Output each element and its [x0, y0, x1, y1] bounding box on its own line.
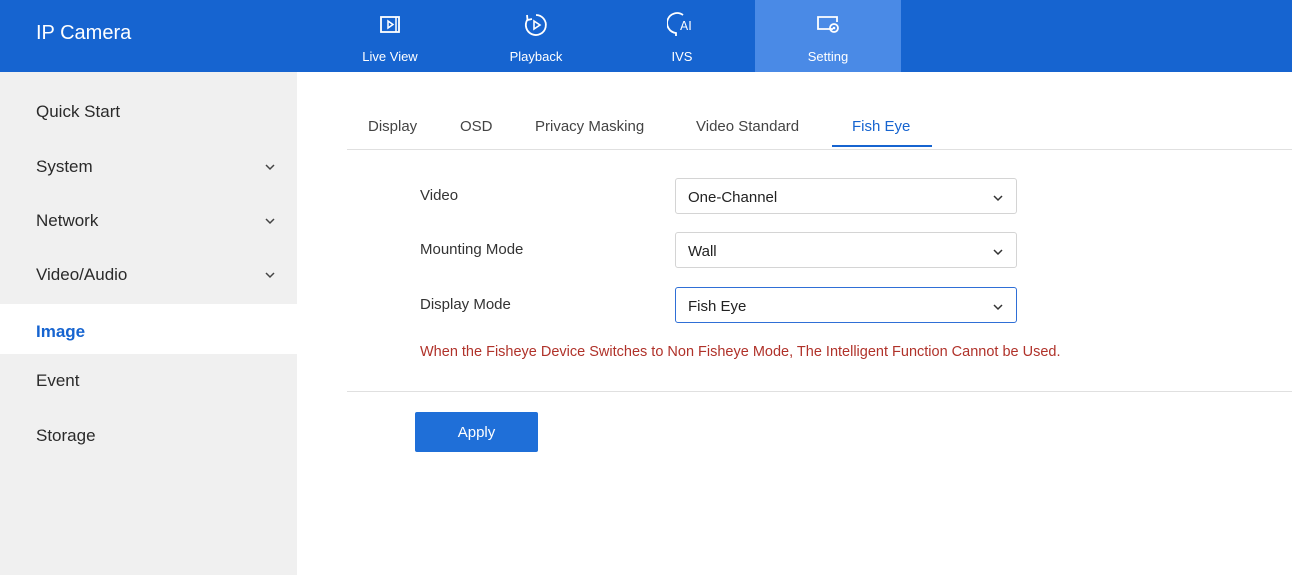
video-select[interactable]: One-Channel [675, 178, 1017, 214]
chevron-down-icon [265, 164, 275, 171]
chevron-down-icon [993, 195, 1003, 202]
sidebar-item-storage[interactable]: Storage [0, 410, 297, 462]
fisheye-warning-text: When the Fisheye Device Switches to Non … [420, 344, 1061, 360]
sidebar: Quick Start System Network Video/Audio I… [0, 72, 297, 575]
sidebar-item-quick-start[interactable]: Quick Start [0, 86, 297, 138]
mounting-mode-select-value: Wall [688, 243, 717, 260]
sidebar-item-event[interactable]: Event [0, 355, 297, 407]
active-tab-indicator [832, 145, 932, 147]
sidebar-item-system[interactable]: System [0, 141, 297, 193]
display-mode-select[interactable]: Fish Eye [675, 287, 1017, 323]
svg-text:AI: AI [680, 19, 692, 33]
video-select-value: One-Channel [688, 189, 778, 206]
sidebar-item-label: Network [36, 211, 99, 230]
display-mode-label: Display Mode [420, 296, 511, 313]
sidebar-item-video-audio[interactable]: Video/Audio [0, 249, 297, 301]
mounting-mode-select[interactable]: Wall [675, 232, 1017, 268]
tab-bar: Display OSD Privacy Masking Video Standa… [347, 112, 1292, 150]
sidebar-item-label: Storage [36, 426, 96, 445]
nav-playback[interactable]: Playback [463, 0, 609, 72]
tab-privacy-masking[interactable]: Privacy Masking [535, 118, 644, 135]
playback-icon [524, 14, 547, 36]
ivs-ai-icon: AI [667, 12, 692, 36]
tab-display[interactable]: Display [368, 118, 417, 135]
display-mode-select-value: Fish Eye [688, 298, 747, 315]
divider [347, 391, 1292, 392]
tab-osd[interactable]: OSD [460, 118, 493, 135]
sidebar-item-label: Quick Start [36, 102, 121, 121]
nav-setting[interactable]: Setting [755, 0, 901, 72]
nav-ivs[interactable]: AI IVS [609, 0, 755, 72]
live-view-icon [380, 16, 400, 33]
nav-setting-label: Setting [807, 49, 849, 64]
setting-icon [817, 16, 839, 33]
nav-playback-label: Playback [509, 49, 563, 64]
nav-live-view[interactable]: Live View [317, 0, 463, 72]
chevron-down-icon [993, 249, 1003, 256]
nav-live-view-label: Live View [362, 49, 418, 64]
tab-video-standard[interactable]: Video Standard [696, 118, 799, 135]
sidebar-item-label: Video/Audio [36, 265, 128, 284]
mounting-mode-label: Mounting Mode [420, 241, 524, 258]
sidebar-item-image[interactable]: Image [0, 304, 297, 354]
sidebar-item-label: System [36, 157, 93, 176]
nav-ivs-label: IVS [671, 49, 693, 64]
sidebar-item-label: Event [36, 371, 80, 390]
chevron-down-icon [265, 218, 275, 225]
top-bar: IP Camera Live View Playback AI IVS Sett… [0, 0, 1292, 72]
chevron-down-icon [265, 272, 275, 279]
video-label: Video [420, 187, 459, 204]
tab-fish-eye[interactable]: Fish Eye [852, 118, 910, 135]
app-title: IP Camera [36, 22, 132, 44]
apply-button[interactable]: Apply [415, 412, 538, 452]
sidebar-item-network[interactable]: Network [0, 195, 297, 247]
sidebar-item-label: Image [36, 322, 86, 341]
chevron-down-icon [993, 304, 1003, 311]
